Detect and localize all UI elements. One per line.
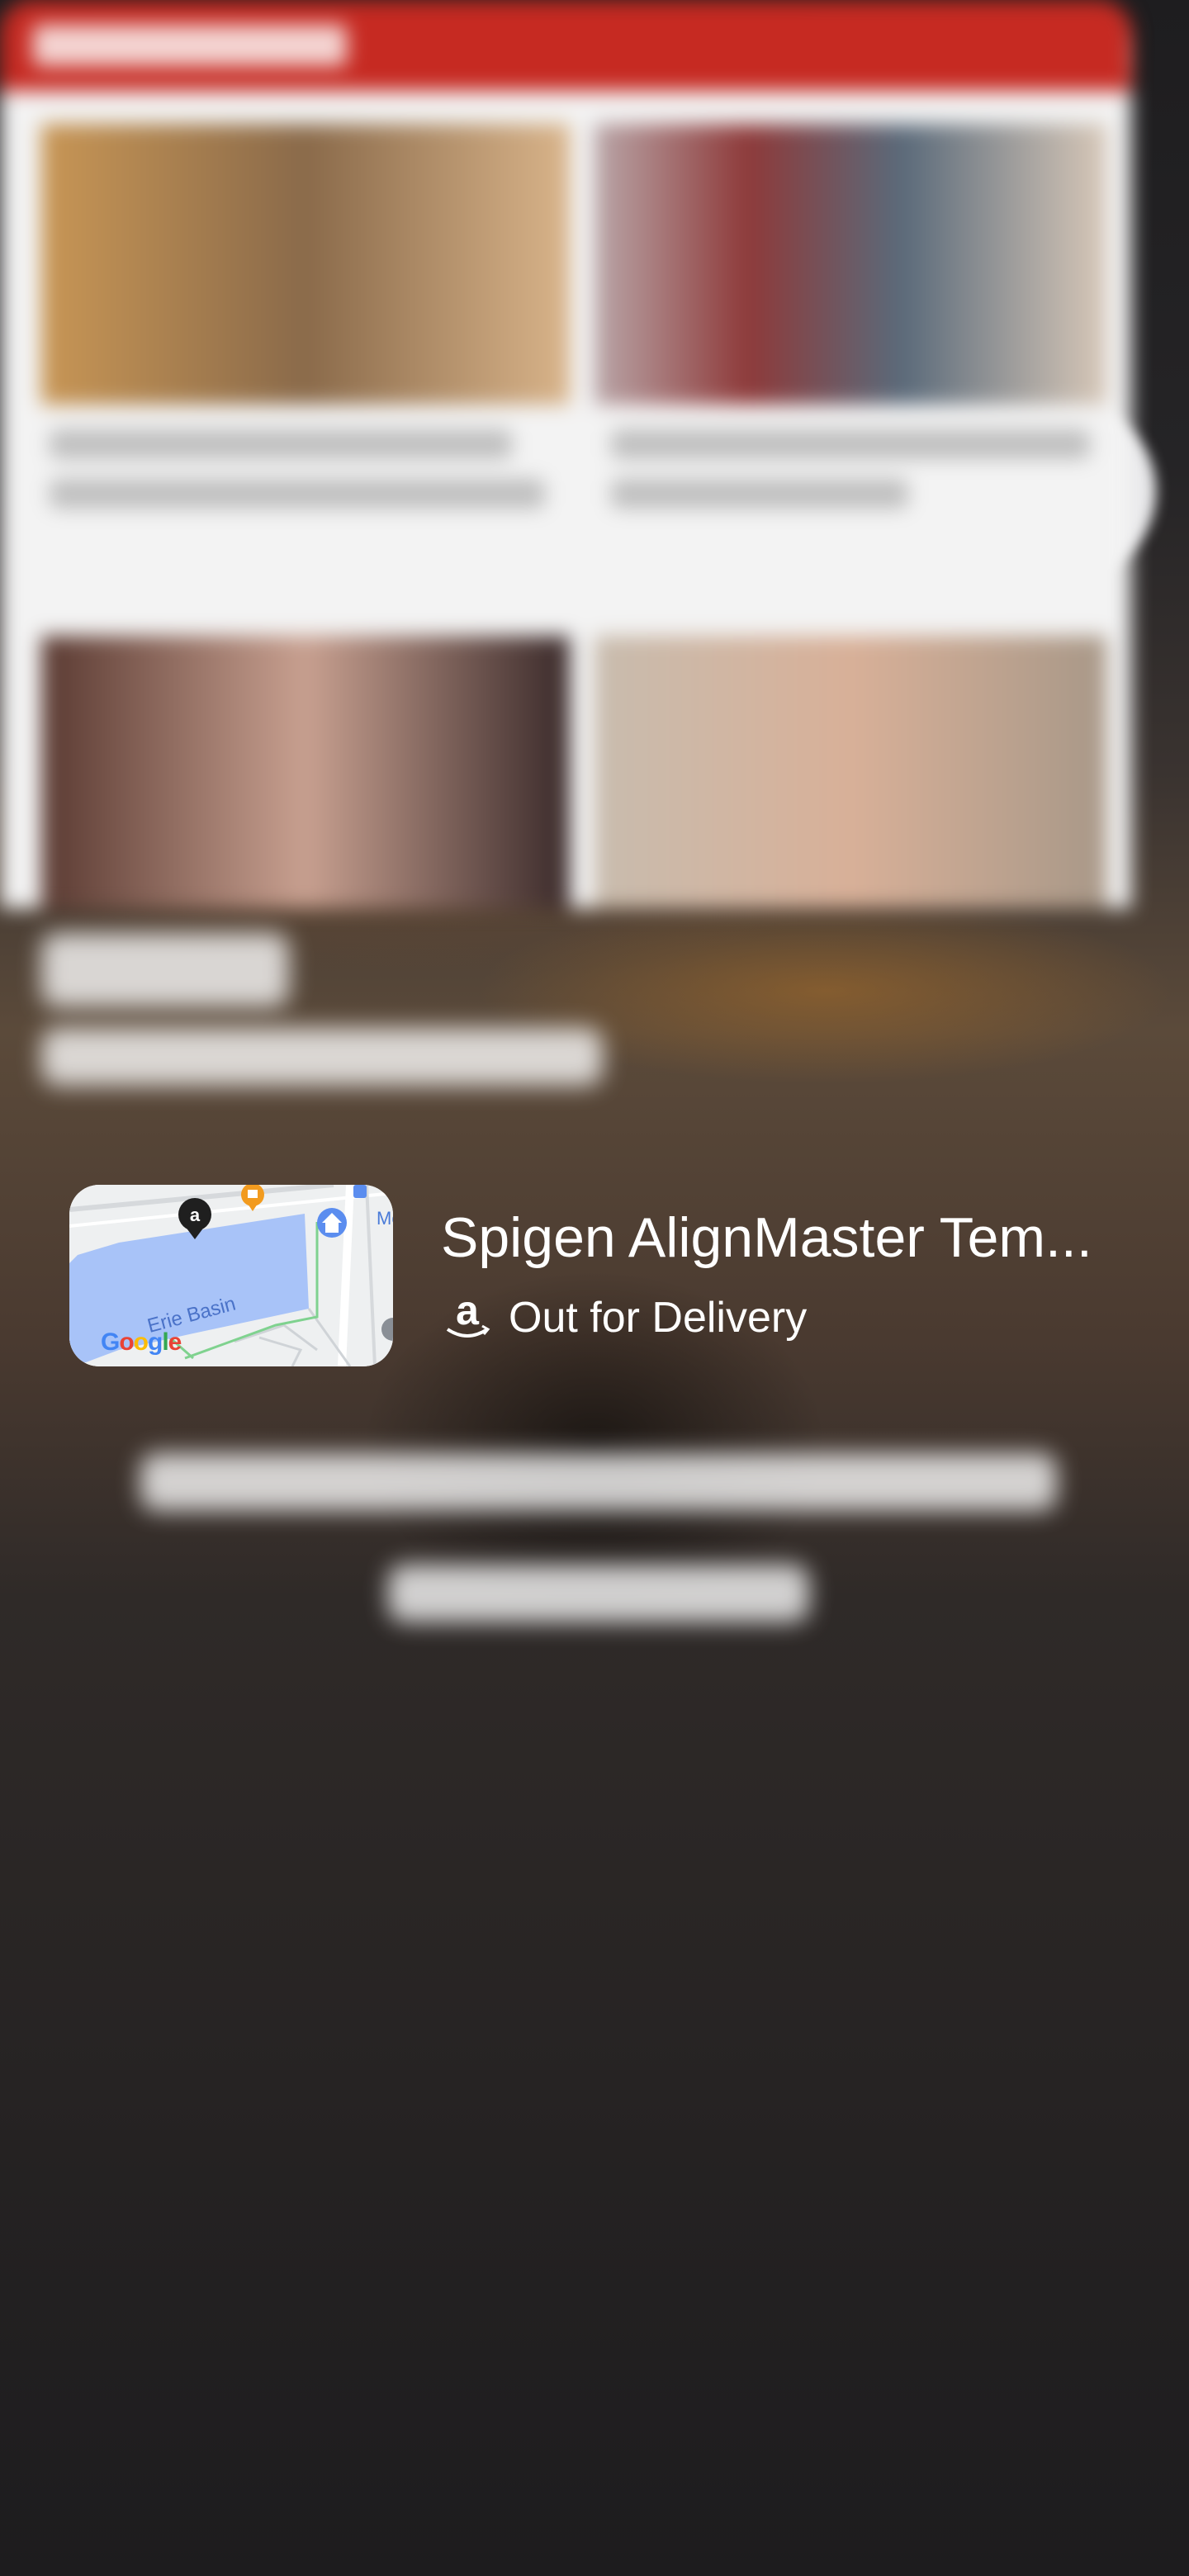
delivery-card[interactable]: a Mob Erie Basin Google Spigen AlignMast… [69, 1185, 1143, 1366]
news-headline-blurred [611, 479, 908, 509]
delivery-info: Spigen AlignMaster Tem... a Out for Deli… [441, 1206, 1092, 1345]
device-stats-row-blurred [140, 1453, 1057, 1511]
home-pin-icon [317, 1208, 347, 1238]
delivery-title[interactable]: Spigen AlignMaster Tem... [441, 1206, 1092, 1269]
google-watermark: Google [101, 1328, 182, 1356]
news-card-blurred [0, 0, 1131, 908]
news-thumbnail [594, 636, 1106, 908]
device-stats-row-blurred [388, 1565, 809, 1622]
news-card-header [0, 0, 1131, 91]
news-thumbnail [41, 636, 570, 908]
news-headline-blurred [50, 429, 512, 459]
news-headline-blurred [50, 479, 545, 509]
news-thumbnail [41, 124, 570, 405]
sunset-title-blurred [41, 933, 289, 1007]
news-headline-blurred [611, 429, 1090, 459]
map-poi-label: Mob [377, 1208, 393, 1229]
amazon-icon: a [441, 1291, 494, 1344]
delivery-status: Out for Delivery [509, 1294, 808, 1342]
shop-pin-icon [353, 1185, 367, 1198]
svg-text:a: a [456, 1291, 480, 1333]
news-logo [33, 25, 347, 66]
svg-text:a: a [190, 1205, 201, 1225]
news-thumbnail [594, 124, 1106, 405]
sunset-subtitle-blurred [41, 1028, 603, 1086]
delivery-status-row: a Out for Delivery [441, 1291, 1092, 1344]
delivery-map-thumbnail[interactable]: a Mob Erie Basin Google [69, 1185, 393, 1366]
